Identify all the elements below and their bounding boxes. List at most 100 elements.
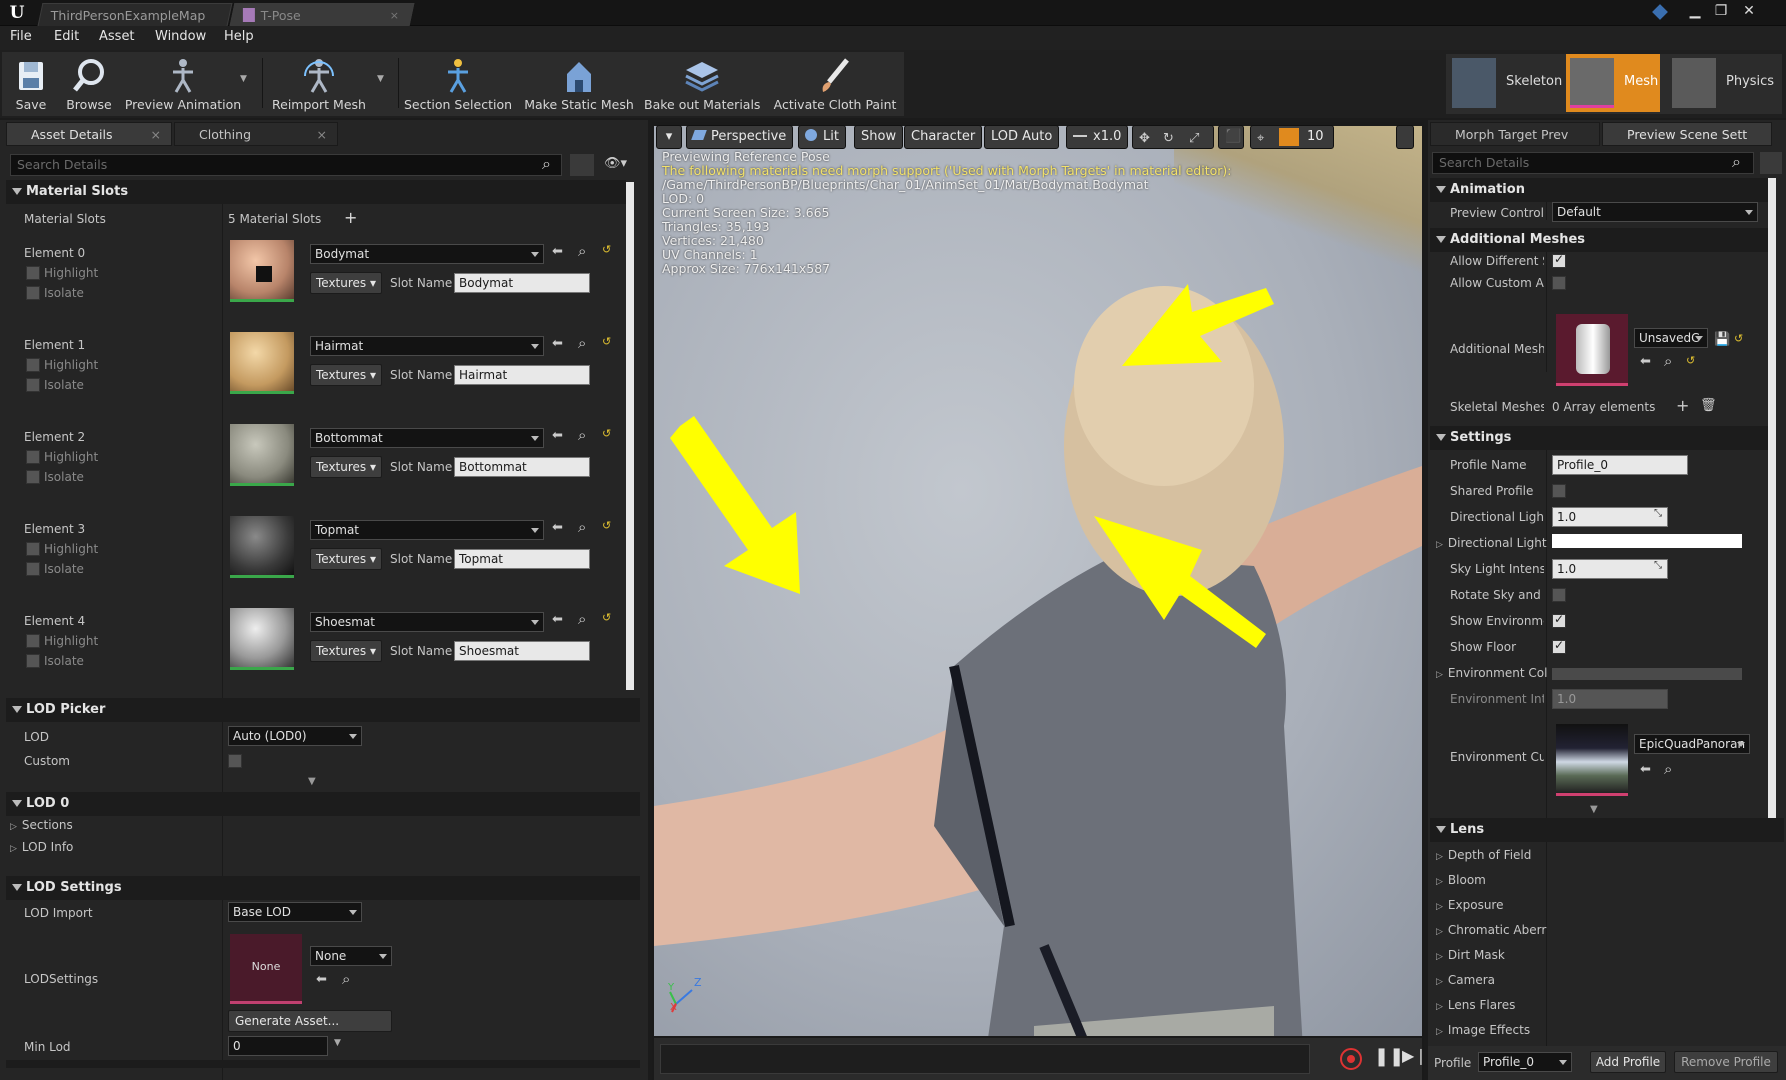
section-lod0[interactable]: LOD 0 xyxy=(6,792,640,816)
close-tab-icon[interactable]: × xyxy=(390,4,399,27)
textures-dropdown[interactable]: Textures ▾ xyxy=(310,456,382,478)
lens-item-exposure[interactable]: Exposure xyxy=(1436,898,1504,912)
browse-search-icon[interactable]: ⌕ xyxy=(1664,760,1672,778)
highlight-checkbox[interactable] xyxy=(26,358,40,372)
profile-combo[interactable]: Profile_0 xyxy=(1478,1052,1572,1072)
isolate-checkbox[interactable] xyxy=(26,562,40,576)
material-combo[interactable]: Bottommat xyxy=(310,428,544,448)
close-tab-icon[interactable]: × xyxy=(151,123,161,147)
remove-profile-button[interactable]: Remove Profile xyxy=(1674,1051,1778,1073)
browse-search-icon[interactable]: ⌕ xyxy=(578,518,586,536)
profile-name-field[interactable]: Profile_0 xyxy=(1552,455,1688,475)
sky-light-intensity-field[interactable]: 1.0 xyxy=(1552,559,1668,579)
environment-color-expander[interactable]: Environment Colo xyxy=(1436,666,1548,680)
restore-icon[interactable]: ❐ xyxy=(1710,1,1732,21)
isolate-checkbox[interactable] xyxy=(26,470,40,484)
section-lod-picker[interactable]: LOD Picker xyxy=(6,698,640,722)
playback-speed-button[interactable]: x1.0 xyxy=(1066,125,1129,149)
lod-combo[interactable]: Auto (LOD0) xyxy=(228,726,362,746)
reset-icon[interactable]: ↺ xyxy=(602,611,611,624)
lod-info-expander[interactable]: LOD Info xyxy=(10,840,73,854)
use-selected-arrow-icon[interactable]: ⬅ xyxy=(1640,762,1651,777)
mode-skeleton-button[interactable]: Skeleton xyxy=(1448,54,1562,112)
highlight-checkbox[interactable] xyxy=(26,634,40,648)
reset-icon[interactable]: ↺ xyxy=(1734,332,1743,345)
spin-icon[interactable]: ⤡ xyxy=(1654,508,1662,519)
lens-item-chromatic-aberration[interactable]: Chromatic Aberr xyxy=(1436,923,1546,937)
material-thumbnail[interactable] xyxy=(230,608,294,670)
save-button[interactable]: Save xyxy=(6,50,56,114)
browse-search-icon[interactable]: ⌕ xyxy=(578,426,586,444)
reset-icon[interactable]: ↺ xyxy=(602,519,611,532)
allow-different-checkbox[interactable] xyxy=(1552,252,1566,268)
bake-out-materials-button[interactable]: Bake out Materials xyxy=(644,50,760,114)
slot-name-field[interactable]: Topmat xyxy=(454,549,590,569)
section-additional-meshes[interactable]: Additional Meshes xyxy=(1430,228,1770,252)
lens-item-image-effects[interactable]: Image Effects xyxy=(1436,1023,1530,1037)
tab-thirdperson-map[interactable]: ThirdPersonExampleMap xyxy=(37,3,233,26)
lod-settings-thumbnail[interactable]: None xyxy=(230,934,302,1004)
material-combo[interactable]: Bodymat xyxy=(310,244,544,264)
highlight-checkbox[interactable] xyxy=(26,266,40,280)
shared-profile-checkbox[interactable] xyxy=(1552,484,1566,498)
preview-controller-combo[interactable]: Default xyxy=(1552,202,1758,222)
section-lod-settings[interactable]: LOD Settings xyxy=(6,876,640,900)
material-thumbnail[interactable] xyxy=(230,240,294,302)
directional-light-intensity-field[interactable]: 1.0 xyxy=(1552,507,1668,527)
preview-animation-button[interactable]: Preview Animation xyxy=(122,50,244,114)
additional-mesh-thumbnail[interactable] xyxy=(1556,314,1628,386)
view-options-grid-icon[interactable] xyxy=(1760,152,1782,174)
browse-search-icon[interactable]: ⌕ xyxy=(578,242,586,260)
close-window-icon[interactable]: ✕ xyxy=(1738,1,1760,21)
expand-more-icon[interactable]: ▼ xyxy=(308,776,316,787)
section-animation[interactable]: Animation xyxy=(1430,178,1770,202)
browse-search-icon[interactable]: ⌕ xyxy=(342,970,350,988)
dropdown-arrow-icon[interactable]: ▼ xyxy=(377,74,387,84)
lens-item-lens-flares[interactable]: Lens Flares xyxy=(1436,998,1515,1012)
view-options-grid-icon[interactable] xyxy=(570,154,594,176)
lens-item-bloom[interactable]: Bloom xyxy=(1436,873,1486,887)
save-asset-icon[interactable]: 💾 xyxy=(1714,332,1730,347)
directional-light-expander[interactable]: Directional Light xyxy=(1436,536,1547,550)
environment-cube-combo[interactable]: EpicQuadPanoran xyxy=(1634,734,1750,754)
isolate-checkbox[interactable] xyxy=(26,286,40,300)
mode-mesh-button[interactable]: Mesh xyxy=(1566,54,1660,112)
use-selected-arrow-icon[interactable]: ⬅ xyxy=(552,612,563,627)
character-button[interactable]: Character xyxy=(904,125,983,149)
highlight-checkbox[interactable] xyxy=(26,450,40,464)
scale-icon[interactable]: ⤢ xyxy=(1189,128,1199,150)
material-thumbnail[interactable] xyxy=(230,332,294,394)
reset-icon[interactable]: ↺ xyxy=(1686,354,1695,367)
menu-asset[interactable]: Asset xyxy=(99,29,135,44)
viewport-scene[interactable]: Previewing Reference Pose The following … xyxy=(654,126,1422,1036)
close-tab-icon[interactable]: × xyxy=(317,123,327,147)
show-button[interactable]: Show xyxy=(854,125,904,149)
spin-icon[interactable]: ⤡ xyxy=(1654,560,1662,571)
eye-visibility-icon[interactable]: 👁▾ xyxy=(604,156,627,171)
reset-icon[interactable]: ↺ xyxy=(602,243,611,256)
slot-name-field[interactable]: Bodymat xyxy=(454,273,590,293)
reset-icon[interactable]: ↺ xyxy=(602,335,611,348)
lens-item-depth-of-field[interactable]: Depth of Field xyxy=(1436,848,1531,862)
record-icon[interactable] xyxy=(1340,1048,1362,1070)
rotate-icon[interactable]: ↻ xyxy=(1163,128,1174,150)
add-profile-button[interactable]: Add Profile xyxy=(1590,1051,1666,1073)
timeline-track[interactable] xyxy=(660,1044,1310,1074)
grid-size-value[interactable]: 10 xyxy=(1307,126,1324,148)
add-icon[interactable]: + xyxy=(1676,396,1689,415)
browse-search-icon[interactable]: ⌕ xyxy=(578,334,586,352)
section-selection-button[interactable]: Section Selection xyxy=(404,50,512,114)
notification-icon[interactable] xyxy=(1652,4,1668,20)
material-thumbnail[interactable] xyxy=(230,516,294,578)
viewport-options-button[interactable]: ▾ xyxy=(656,125,682,149)
custom-checkbox[interactable] xyxy=(228,754,242,768)
search-details-input[interactable]: Search Details xyxy=(1432,152,1754,174)
minimize-icon[interactable]: ▁ xyxy=(1684,1,1706,21)
make-static-mesh-button[interactable]: Make Static Mesh xyxy=(524,50,634,114)
use-selected-arrow-icon[interactable]: ⬅ xyxy=(552,428,563,443)
add-icon[interactable]: + xyxy=(344,208,357,227)
textures-dropdown[interactable]: Textures ▾ xyxy=(310,548,382,570)
grid-snap-icon[interactable] xyxy=(1279,128,1299,146)
environment-intensity-field[interactable]: 1.0 xyxy=(1552,689,1668,709)
menu-edit[interactable]: Edit xyxy=(54,29,79,44)
